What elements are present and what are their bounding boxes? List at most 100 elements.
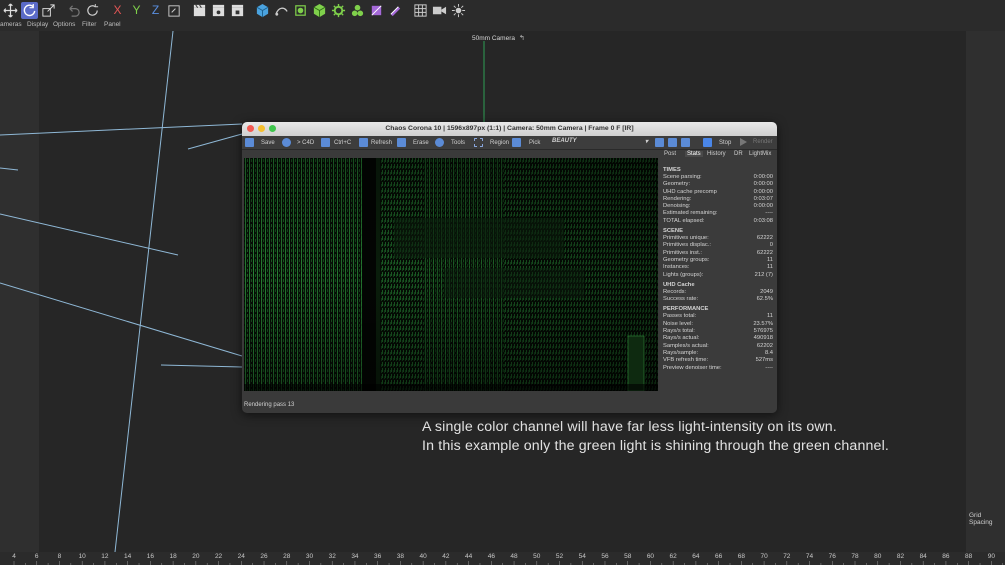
ruler-tick-label: 36 bbox=[374, 553, 382, 560]
cloner-icon[interactable] bbox=[330, 2, 347, 19]
stats-tabs: Post Stats History DR LightMix bbox=[660, 150, 777, 159]
stats-value: 11 bbox=[766, 256, 773, 263]
ruler-tick-label: 44 bbox=[464, 553, 473, 560]
mograph-icon[interactable] bbox=[349, 2, 366, 19]
channel-select[interactable]: BEAUTY ▾ bbox=[552, 138, 648, 145]
stats-label: Rays/sample: bbox=[663, 349, 699, 356]
grid-icon[interactable] bbox=[412, 2, 429, 19]
to-c4d-button[interactable]: > C4D bbox=[282, 138, 314, 147]
extrude-icon[interactable] bbox=[311, 2, 328, 19]
field-icon[interactable] bbox=[387, 2, 404, 19]
menu-filter[interactable]: Filter bbox=[82, 21, 96, 28]
cube-icon[interactable] bbox=[254, 2, 271, 19]
zoom-in-button[interactable] bbox=[668, 138, 677, 147]
stats-label: VFB refresh time: bbox=[663, 357, 709, 364]
stats-value: 11 bbox=[766, 264, 773, 271]
rotate-icon[interactable] bbox=[21, 1, 38, 19]
render-view[interactable] bbox=[244, 158, 658, 391]
stats-row: Noise level: 23.57% bbox=[663, 321, 773, 328]
close-window-button[interactable] bbox=[247, 125, 254, 132]
ruler-tick-label: 30 bbox=[305, 553, 314, 560]
stats-row: Rendering: 0:03:07 bbox=[663, 196, 773, 203]
stats-row: Samples/s actual: 62202 bbox=[663, 343, 773, 350]
clapper-settings-icon[interactable] bbox=[210, 2, 227, 19]
ruler-tick-label: 34 bbox=[351, 553, 359, 560]
stats-row: Rays/s total: 576975 bbox=[663, 328, 773, 335]
stats-value: ---- bbox=[765, 364, 773, 371]
zoom-fit-button[interactable] bbox=[655, 138, 664, 147]
z-axis-icon[interactable]: Z bbox=[147, 2, 164, 19]
region-button[interactable]: Region bbox=[474, 138, 509, 147]
light-icon[interactable] bbox=[450, 2, 467, 19]
stats-label: Success rate: bbox=[663, 296, 699, 303]
stats-row: Lights (groups): 212 (7) bbox=[663, 272, 773, 279]
tutorial-caption: A single color channel will have far les… bbox=[422, 418, 889, 456]
render-settings-icon[interactable] bbox=[229, 2, 246, 19]
save-button[interactable]: Save bbox=[245, 138, 275, 147]
menu-display[interactable]: Display bbox=[27, 21, 48, 28]
stats-value: ---- bbox=[765, 210, 773, 217]
refresh-button[interactable]: Refresh bbox=[359, 138, 392, 147]
pen-icon[interactable] bbox=[273, 2, 290, 19]
stats-value: 527ms bbox=[755, 357, 773, 364]
y-axis-icon[interactable]: Y bbox=[128, 2, 145, 19]
camera-link-icon[interactable]: ↰ bbox=[519, 34, 525, 42]
stats-label: Scene parsing: bbox=[663, 174, 702, 180]
render-status: Rendering pass 13 bbox=[244, 402, 295, 408]
tab-stats[interactable]: Stats bbox=[685, 151, 703, 157]
timeline-ruler[interactable]: 4 6 8 10 12 14 16 18 20 22 24 26 28 30 32 34 36 38 40 42 44 4… bbox=[0, 552, 1005, 565]
stats-label: Estimated remaining: bbox=[663, 210, 718, 217]
tools-icon bbox=[435, 138, 444, 147]
stats-row: Rays/s actual: 490918 bbox=[663, 335, 773, 342]
scale-icon[interactable] bbox=[40, 2, 57, 19]
stats-row: Geometry groups: 11 bbox=[663, 257, 773, 264]
erase-button[interactable]: Erase bbox=[397, 138, 429, 147]
ruler-tick-label: 20 bbox=[192, 553, 200, 560]
ruler-tick-label: 86 bbox=[942, 553, 950, 560]
ruler-tick-label: 56 bbox=[601, 553, 609, 560]
stats-label: Samples/s actual: bbox=[663, 342, 709, 349]
stats-value: 2049 bbox=[760, 288, 773, 295]
grid-spacing-label: Grid Spacing bbox=[969, 512, 993, 526]
subdivision-icon[interactable] bbox=[292, 2, 309, 19]
ruler-tick-label: 6 bbox=[34, 553, 39, 560]
undo-icon[interactable] bbox=[65, 2, 82, 19]
minimize-window-button[interactable] bbox=[258, 125, 265, 132]
tab-history[interactable]: History bbox=[707, 151, 726, 157]
stop-button[interactable]: Stop bbox=[703, 138, 731, 147]
tools-button[interactable]: Tools bbox=[435, 138, 465, 147]
redo-icon[interactable] bbox=[84, 2, 101, 19]
ruler-tick-label: 60 bbox=[646, 553, 655, 560]
clapper-icon[interactable] bbox=[191, 2, 208, 19]
stats-value: 0:00:00 bbox=[753, 181, 773, 188]
menu-cameras[interactable]: ameras bbox=[0, 21, 22, 28]
stats-row: TOTAL elapsed: 0:03:08 bbox=[663, 218, 773, 225]
tab-lightmix[interactable]: LightMix bbox=[749, 151, 771, 157]
camera-icon[interactable] bbox=[431, 2, 448, 19]
deformer-icon[interactable] bbox=[368, 2, 385, 19]
copy-button[interactable]: Ctrl+C bbox=[321, 138, 351, 147]
stats-value: 8.4 bbox=[764, 349, 773, 356]
ruler-tick-label: 76 bbox=[828, 553, 836, 560]
vfb-title: Chaos Corona 10 | 1596x897px (1:1) | Cam… bbox=[385, 125, 634, 132]
ruler-tick-label: 70 bbox=[760, 553, 768, 560]
zoom-fit-icon bbox=[655, 138, 664, 147]
stats-row: Passes total: 11 bbox=[663, 313, 773, 320]
move-icon[interactable] bbox=[2, 2, 19, 19]
erase-icon bbox=[397, 138, 406, 147]
coordinate-icon[interactable] bbox=[166, 2, 183, 19]
menu-options[interactable]: Options bbox=[53, 21, 75, 28]
x-axis-icon[interactable]: X bbox=[109, 2, 126, 19]
ruler-tick-label: 16 bbox=[146, 553, 154, 560]
tab-post[interactable]: Post bbox=[664, 151, 676, 157]
vfb-title-bar[interactable]: Chaos Corona 10 | 1596x897px (1:1) | Cam… bbox=[242, 122, 777, 136]
menu-panel[interactable]: Panel bbox=[104, 21, 121, 28]
pick-button[interactable]: Pick bbox=[512, 138, 540, 147]
zoom-out-button[interactable] bbox=[681, 138, 690, 147]
stats-row: Preview denoiser time: ---- bbox=[663, 365, 773, 372]
render-button[interactable]: Render bbox=[740, 138, 773, 146]
ruler-tick-label: 26 bbox=[260, 553, 268, 560]
tab-dr[interactable]: DR bbox=[734, 151, 743, 157]
ruler-tick-label: 72 bbox=[783, 553, 791, 560]
maximize-window-button[interactable] bbox=[269, 125, 276, 132]
